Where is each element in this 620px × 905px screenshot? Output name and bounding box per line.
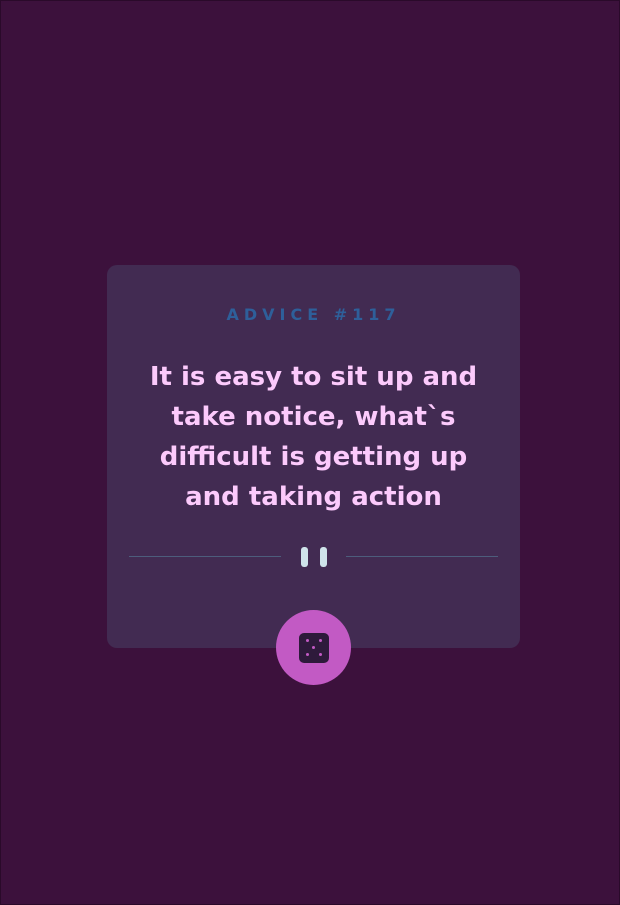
advice-card: ADVICE #117 It is easy to sit up and tak… (107, 265, 520, 648)
divider-line-right (346, 556, 498, 557)
advice-quote: It is easy to sit up and take notice, wh… (149, 362, 478, 512)
advice-id-label: ADVICE #117 (226, 305, 401, 324)
pause-icon (300, 547, 327, 567)
pattern-divider (129, 545, 498, 569)
generate-advice-button[interactable] (276, 610, 351, 685)
dice-icon (298, 632, 329, 663)
divider-line-left (129, 556, 281, 557)
